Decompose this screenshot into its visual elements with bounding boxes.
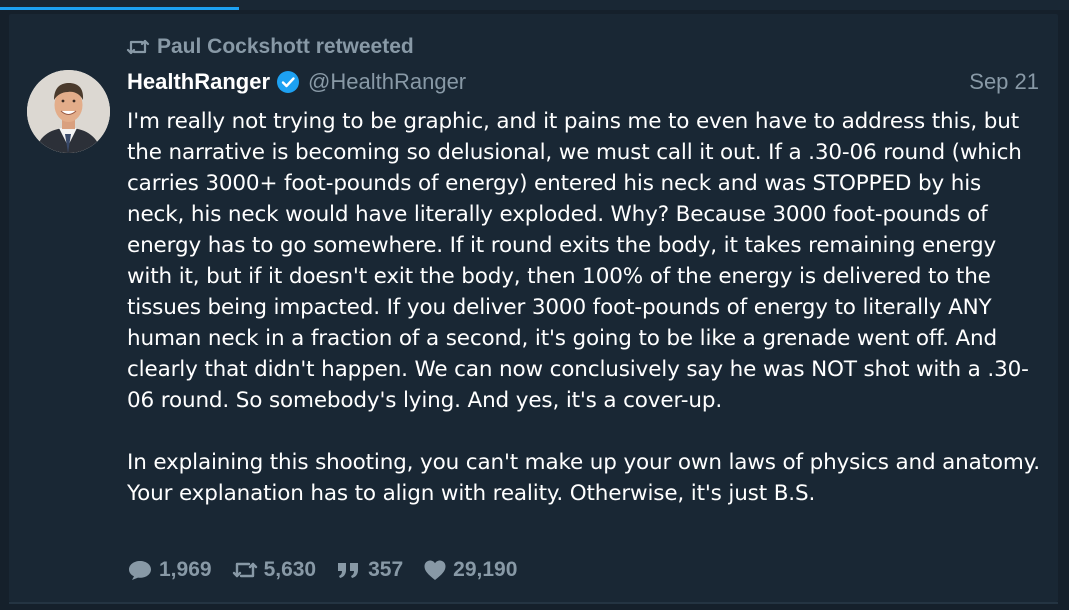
tweet-text: I'm really not trying to be graphic, and…	[127, 106, 1042, 509]
author-handle[interactable]: @HealthRanger	[308, 69, 466, 95]
retweet-icon	[232, 560, 258, 580]
tweet-paragraph: In explaining this shooting, you can't m…	[127, 450, 1040, 506]
like-button[interactable]: 29,190	[423, 558, 517, 582]
reply-count: 1,969	[159, 558, 212, 581]
like-count: 29,190	[453, 558, 518, 581]
timeline-frame: Paul Cockshott retweeted HealthRanger @H…	[0, 0, 1069, 610]
tweet-actions: 1,969 5,630 357 29,190	[127, 556, 537, 584]
tab-bar	[0, 0, 1069, 10]
quote-icon	[336, 560, 362, 580]
tweet-header: HealthRanger @HealthRanger Sep 21	[127, 66, 1039, 98]
retweet-button[interactable]: 5,630	[232, 558, 317, 582]
heart-icon	[423, 559, 447, 581]
retweet-icon	[126, 38, 150, 56]
retweet-context-text[interactable]: Paul Cockshott retweeted	[157, 35, 414, 59]
quote-button[interactable]: 357	[336, 558, 403, 582]
quote-count: 357	[368, 558, 404, 581]
tweet-date[interactable]: Sep 21	[969, 69, 1039, 95]
retweet-count: 5,630	[263, 558, 317, 581]
reply-icon	[127, 559, 153, 581]
retweet-context: Paul Cockshott retweeted	[126, 34, 414, 60]
avatar[interactable]	[27, 70, 110, 153]
tweet-paragraph: I'm really not trying to be graphic, and…	[127, 109, 1029, 413]
active-tab-indicator	[0, 7, 239, 10]
verified-badge-icon	[276, 70, 300, 94]
reply-button[interactable]: 1,969	[127, 558, 212, 582]
author-display-name[interactable]: HealthRanger	[127, 69, 270, 95]
divider	[9, 602, 1058, 604]
